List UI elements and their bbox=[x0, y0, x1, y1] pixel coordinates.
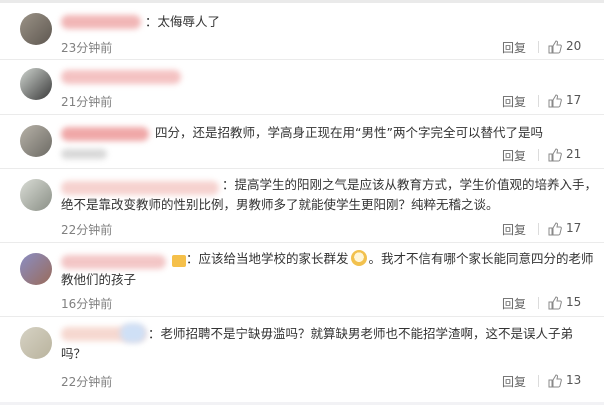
like-count: 17 bbox=[566, 93, 582, 107]
thumbs-up-icon[interactable] bbox=[548, 148, 562, 162]
reply-button[interactable]: 回复 bbox=[502, 147, 526, 164]
like-count: 21 bbox=[566, 147, 582, 161]
username[interactable] bbox=[61, 127, 149, 141]
username[interactable] bbox=[61, 70, 181, 84]
doge-emoji-icon bbox=[350, 250, 367, 266]
timestamp: 16分钟前 bbox=[61, 297, 113, 311]
comment-item: 21分钟前 回复 17 bbox=[0, 60, 604, 115]
comment-item: ：提高学生的阳刚之气是应该从教育方式，学生价值观的培养入手， 绝不是靠改变教师的… bbox=[0, 169, 604, 243]
avatar[interactable] bbox=[20, 13, 52, 45]
comment-text-part: ：应该给当地学校的家长群发 bbox=[186, 251, 349, 266]
reply-button[interactable]: 回复 bbox=[502, 221, 526, 238]
like-count: 15 bbox=[566, 295, 582, 309]
thumbs-up-icon[interactable] bbox=[548, 222, 562, 236]
avatar[interactable] bbox=[20, 327, 52, 359]
reply-button[interactable]: 回复 bbox=[502, 373, 526, 390]
divider bbox=[538, 375, 539, 387]
reply-button[interactable]: 回复 bbox=[502, 295, 526, 312]
comment-item: ：老师招聘不是宁缺毋滥吗？就算缺男老师也不能招学渣啊，这不是误人子弟 吗？ 22… bbox=[0, 317, 604, 405]
username[interactable] bbox=[61, 181, 219, 195]
comment-text: ：太侮辱人了 bbox=[145, 14, 221, 29]
avatar[interactable] bbox=[20, 179, 52, 211]
divider bbox=[538, 297, 539, 309]
comment-item: 四分，还是招教师，学高身正现在用“男性”两个字完全可以替代了是吗 回复 21 bbox=[0, 115, 604, 169]
divider bbox=[538, 41, 539, 53]
divider bbox=[538, 149, 539, 161]
reply-button[interactable]: 回复 bbox=[502, 39, 526, 56]
timestamp: 23分钟前 bbox=[61, 41, 113, 55]
comment-text-line2: 绝不是靠改变教师的性别比例，男教师多了就能使学生更阳刚？纯粹无稽之谈。 bbox=[61, 197, 499, 212]
like-count: 20 bbox=[566, 39, 582, 53]
like-count: 13 bbox=[566, 373, 582, 387]
divider bbox=[538, 95, 539, 107]
thumbs-up-icon[interactable] bbox=[548, 94, 562, 108]
comment-item: ：应该给当地学校的家长群发 。我才不信有哪个家长能同意四分的老师 教他们的孩子 1… bbox=[0, 243, 604, 317]
username[interactable] bbox=[61, 15, 141, 29]
comment-item: ：太侮辱人了 23分钟前 回复 20 bbox=[0, 3, 604, 60]
timestamp: 22分钟前 bbox=[61, 223, 113, 237]
comment-text: ：提高学生的阳刚之气是应该从教育方式，学生价值观的培养入手， bbox=[222, 177, 598, 192]
comment-text: ：应该给当地学校的家长群发 。我才不信有哪个家长能同意四分的老师 bbox=[186, 249, 594, 269]
timestamp-blurred bbox=[61, 149, 107, 159]
thumbs-up-icon[interactable] bbox=[548, 296, 562, 310]
avatar[interactable] bbox=[20, 68, 52, 100]
comment-text-part: 。我才不信有哪个家长能同意四分的老师 bbox=[368, 251, 594, 266]
timestamp: 21分钟前 bbox=[61, 95, 113, 109]
thumbs-up-icon[interactable] bbox=[548, 374, 562, 388]
comment-text-line2: 教他们的孩子 bbox=[61, 272, 137, 287]
comment-text-line2: 吗？ bbox=[61, 346, 87, 361]
timestamp: 22分钟前 bbox=[61, 375, 113, 389]
vip-badge-icon bbox=[172, 255, 186, 267]
avatar[interactable] bbox=[20, 125, 52, 157]
comment-text: 四分，还是招教师，学高身正现在用“男性”两个字完全可以替代了是吗 bbox=[155, 125, 543, 140]
divider bbox=[538, 223, 539, 235]
like-count: 17 bbox=[566, 221, 582, 235]
username[interactable] bbox=[61, 255, 166, 269]
thumbs-up-icon[interactable] bbox=[548, 40, 562, 54]
reply-button[interactable]: 回复 bbox=[502, 93, 526, 110]
avatar[interactable] bbox=[20, 253, 52, 285]
comment-list: ：太侮辱人了 23分钟前 回复 20 21分钟前 回复 17 四分，还是招教师，… bbox=[0, 0, 604, 402]
username-decoration bbox=[120, 323, 146, 343]
comment-text: ：老师招聘不是宁缺毋滥吗？就算缺男老师也不能招学渣啊，这不是误人子弟 bbox=[148, 326, 574, 341]
